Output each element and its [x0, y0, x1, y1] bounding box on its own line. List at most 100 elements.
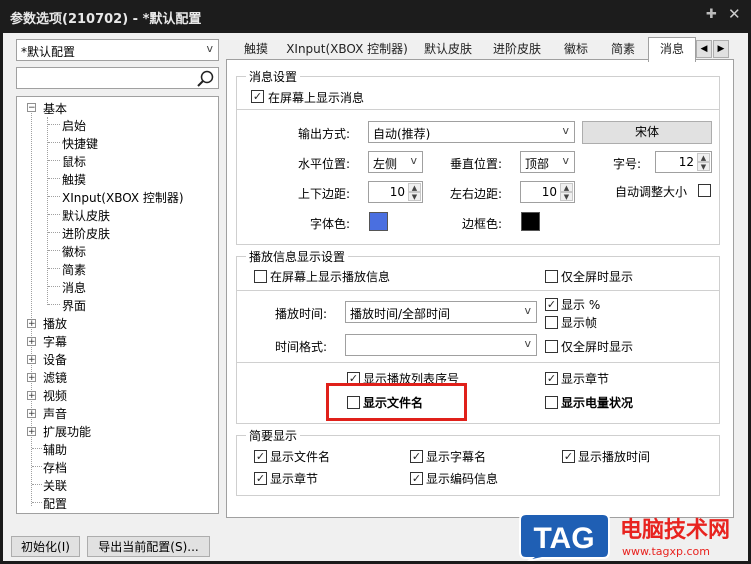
tab-touch[interactable]: 触摸 [236, 38, 276, 60]
tab-advanced-skin[interactable]: 进阶皮肤 [486, 38, 548, 60]
expand-icon[interactable]: + [27, 391, 36, 401]
tab-scroll-left-icon[interactable]: ◀ [696, 40, 712, 58]
time-format-select[interactable]: v [345, 334, 537, 356]
divider [237, 362, 719, 363]
export-config-button[interactable]: 导出当前配置(S)... [87, 536, 210, 557]
spin-up-icon[interactable]: ▲ [697, 153, 710, 162]
font-button[interactable]: 宋体 [582, 121, 712, 144]
expand-icon[interactable]: + [27, 427, 36, 437]
brief-chapter-checkbox[interactable]: ✓ [254, 472, 267, 485]
tree-item-assist[interactable]: 辅助 [43, 441, 67, 458]
tb-margin-label: 上下边距: [298, 187, 351, 201]
tree-line [31, 111, 32, 506]
tree-item-default-skin[interactable]: 默认皮肤 [62, 207, 110, 224]
tree-item-subtitles[interactable]: 字幕 [43, 333, 67, 350]
spin-down-icon[interactable]: ▼ [560, 192, 573, 201]
lr-margin-value: 10 [541, 185, 557, 199]
tree-item-mouse[interactable]: 鼠标 [62, 153, 86, 170]
fullscreen-only2-checkbox[interactable] [545, 340, 558, 353]
tree-item-hotkeys[interactable]: 快捷键 [62, 135, 98, 152]
show-frame-label: 显示帧 [561, 316, 598, 330]
tree-item-filters[interactable]: 滤镜 [43, 369, 67, 386]
tree-item-interface[interactable]: 界面 [62, 297, 86, 314]
show-play-info-checkbox[interactable] [254, 270, 267, 283]
tree-item-devices[interactable]: 设备 [43, 351, 67, 368]
tree-item-config[interactable]: 配置 [43, 495, 67, 512]
show-filename-label: 显示文件名 [363, 396, 424, 410]
tree-item-basic[interactable]: 基本 [43, 100, 67, 117]
fullscreen-only-checkbox[interactable] [545, 270, 558, 283]
tree-item-touch[interactable]: 触摸 [62, 171, 86, 188]
expand-icon[interactable]: + [27, 409, 36, 419]
vpos-select[interactable]: 顶部 v [520, 151, 575, 173]
border-color-swatch[interactable] [521, 212, 540, 231]
tree-item-messages[interactable]: 消息 [62, 279, 86, 296]
tree-item-logo[interactable]: 徽标 [62, 243, 86, 260]
tree-item-video[interactable]: 视频 [43, 387, 67, 404]
tab-default-skin[interactable]: 默认皮肤 [417, 38, 479, 60]
tree-line [47, 117, 48, 305]
init-button[interactable]: 初始化(I) [11, 536, 80, 557]
brief-codec-checkbox[interactable]: ✓ [410, 472, 423, 485]
show-messages-checkbox[interactable]: ✓ [251, 90, 264, 103]
collapse-icon[interactable]: − [27, 103, 36, 113]
search-icon[interactable] [196, 69, 216, 87]
show-percent-checkbox[interactable]: ✓ [545, 298, 558, 311]
font-size-stepper[interactable]: 12 ▲ ▼ [655, 151, 712, 173]
tree-item-start[interactable]: 启始 [62, 117, 86, 134]
brief-playtime-checkbox[interactable]: ✓ [562, 450, 575, 463]
lr-margin-stepper[interactable]: 10 ▲ ▼ [520, 181, 575, 203]
expand-icon[interactable]: + [27, 373, 36, 383]
brief-subtitle-checkbox[interactable]: ✓ [410, 450, 423, 463]
window-title: 参数选项(210702) - *默认配置 [10, 12, 202, 27]
tb-margin-stepper[interactable]: 10 ▲ ▼ [368, 181, 423, 203]
expand-icon[interactable]: + [27, 319, 36, 329]
tab-minimal[interactable]: 简素 [603, 38, 643, 60]
spin-down-icon[interactable]: ▼ [697, 162, 710, 171]
profile-select[interactable]: *默认配置 v [16, 39, 219, 61]
chevron-down-icon: v [562, 154, 569, 167]
spin-up-icon[interactable]: ▲ [408, 183, 421, 192]
close-icon[interactable]: ✕ [728, 5, 741, 23]
show-frame-checkbox[interactable] [545, 316, 558, 329]
watermark-url: www.tagxp.com [622, 545, 710, 558]
spin-up-icon[interactable]: ▲ [560, 183, 573, 192]
font-color-swatch[interactable] [369, 212, 388, 231]
tab-xinput[interactable]: XInput(XBOX 控制器) [284, 38, 410, 60]
tree-item-association[interactable]: 关联 [43, 477, 67, 494]
tab-scroll-right-icon[interactable]: ▶ [713, 40, 729, 58]
expand-icon[interactable]: + [27, 355, 36, 365]
brief-filename-checkbox[interactable]: ✓ [254, 450, 267, 463]
tab-messages[interactable]: 消息 [648, 37, 696, 62]
show-battery-checkbox[interactable] [545, 396, 558, 409]
play-time-select[interactable]: 播放时间/全部时间 v [345, 301, 537, 323]
expand-icon[interactable]: + [27, 337, 36, 347]
hpos-select[interactable]: 左侧 v [368, 151, 423, 173]
brief-codec-label: 显示编码信息 [426, 472, 499, 486]
tab-logo[interactable]: 徽标 [556, 38, 596, 60]
settings-tree[interactable]: − 基本 启始 快捷键 鼠标 触摸 XInput(XBOX 控制器) 默认皮肤 … [16, 96, 219, 514]
play-time-label: 播放时间: [275, 307, 328, 321]
output-mode-select[interactable]: 自动(推荐) v [368, 121, 575, 143]
tree-item-archive[interactable]: 存档 [43, 459, 67, 476]
tree-item-xinput[interactable]: XInput(XBOX 控制器) [62, 189, 184, 206]
divider [237, 290, 719, 291]
pin-icon[interactable]: ✚ [706, 7, 717, 22]
search-input[interactable] [16, 67, 219, 89]
show-filename-checkbox[interactable] [347, 396, 360, 409]
font-color-label: 字体色: [310, 217, 351, 231]
brief-display-title: 简要显示 [246, 427, 301, 444]
spin-down-icon[interactable]: ▼ [408, 192, 421, 201]
auto-size-checkbox[interactable] [698, 184, 711, 197]
border-color-label: 边框色: [462, 217, 503, 231]
fullscreen-only2-label: 仅全屏时显示 [561, 340, 634, 354]
tree-item-advanced-skin[interactable]: 进阶皮肤 [62, 225, 110, 242]
watermark-site-name: 电脑技术网 [620, 518, 731, 543]
tree-item-audio[interactable]: 声音 [43, 405, 67, 422]
show-chapter-checkbox[interactable]: ✓ [545, 372, 558, 385]
brief-subtitle-label: 显示字幕名 [426, 450, 487, 464]
tree-item-minimal[interactable]: 简素 [62, 261, 86, 278]
chevron-down-icon: v [524, 304, 531, 317]
tree-item-playback[interactable]: 播放 [43, 315, 67, 332]
tree-item-extensions[interactable]: 扩展功能 [43, 423, 91, 440]
